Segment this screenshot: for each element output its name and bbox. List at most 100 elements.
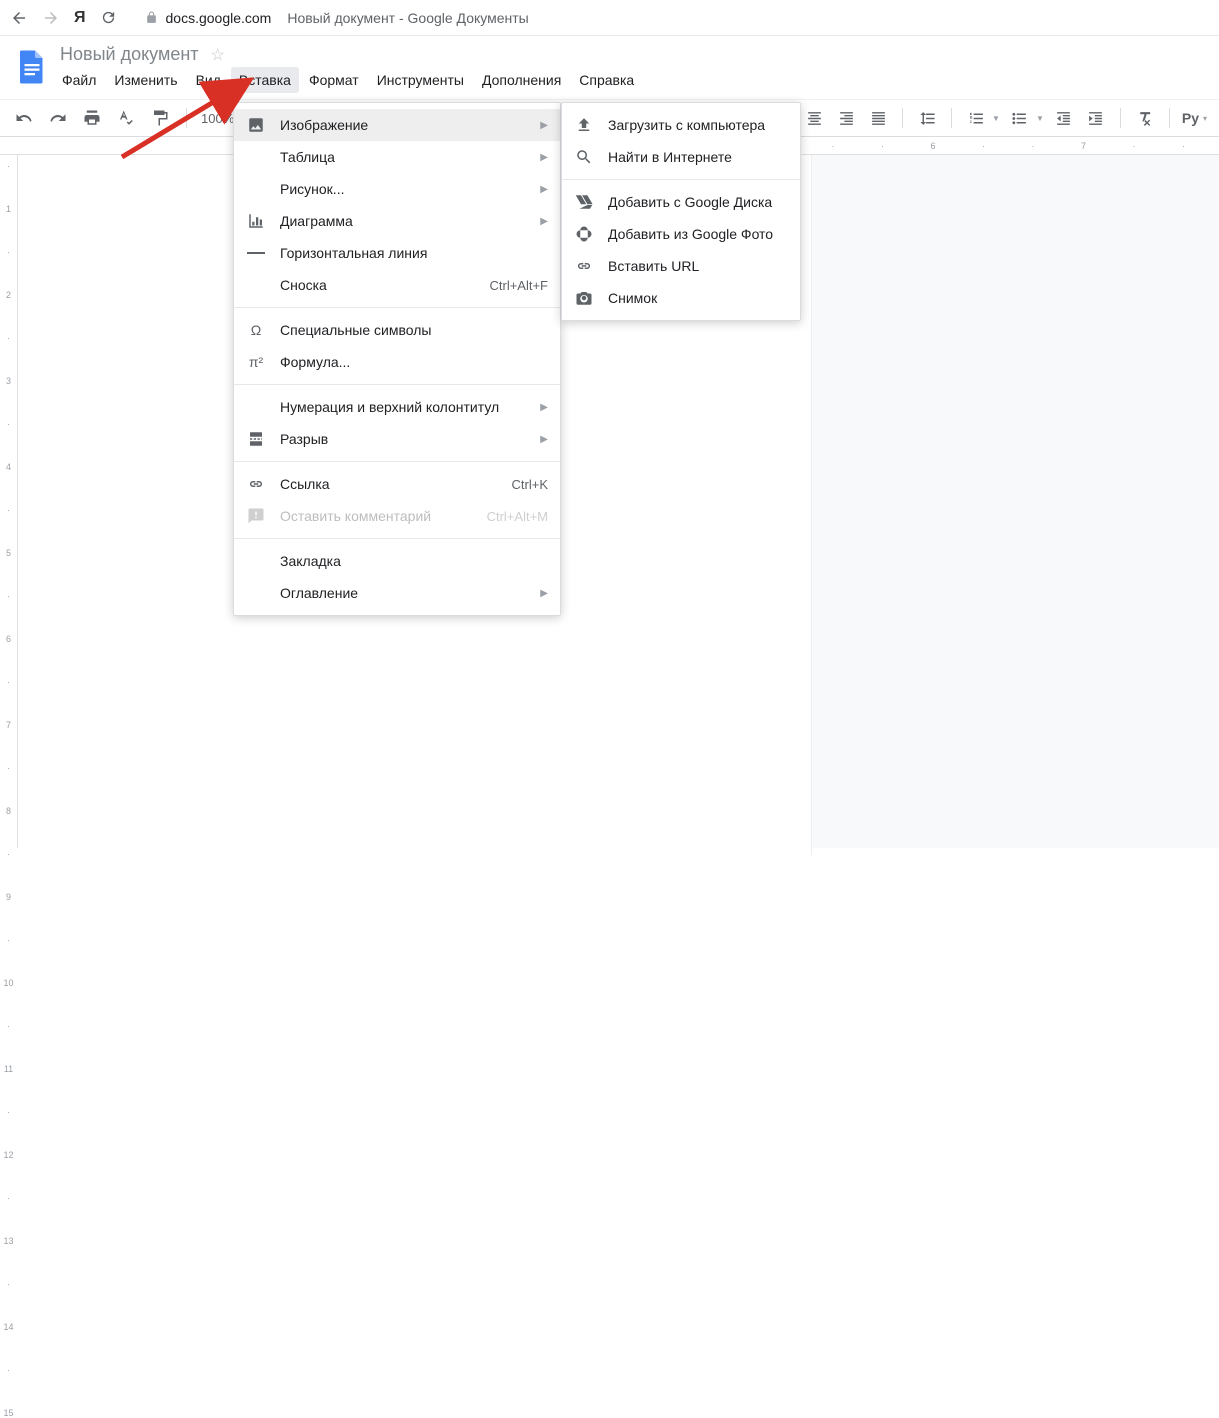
- menu-view[interactable]: Вид: [188, 67, 229, 93]
- shortcut: Ctrl+Alt+F: [489, 278, 548, 293]
- menu-tools[interactable]: Инструменты: [369, 67, 472, 93]
- bulleted-list-icon[interactable]: [1008, 106, 1032, 130]
- menu-item-comment: Оставить комментарий Ctrl+Alt+M: [234, 500, 560, 532]
- insert-dropdown: Изображение ▶ Таблица ▶ Рисунок... ▶ Диа…: [233, 102, 561, 616]
- menu-item-footnote[interactable]: Сноска Ctrl+Alt+F: [234, 269, 560, 301]
- search-icon: [574, 147, 594, 167]
- input-language[interactable]: Ру: [1182, 110, 1199, 126]
- redo-icon[interactable]: [46, 106, 70, 130]
- comment-icon: [246, 506, 266, 526]
- browser-toolbar: Я docs.google.com Новый документ - Googl…: [0, 0, 1219, 36]
- decrease-indent-icon[interactable]: [1052, 106, 1076, 130]
- zoom-level[interactable]: 100%: [201, 111, 234, 126]
- numbered-list-icon[interactable]: [964, 106, 988, 130]
- blank-icon: [246, 179, 266, 199]
- photos-icon: [574, 224, 594, 244]
- hline-icon: [246, 243, 266, 263]
- menu-item-headers[interactable]: Нумерация и верхний колонтитул ▶: [234, 391, 560, 423]
- align-right-icon[interactable]: [834, 106, 858, 130]
- yandex-icon[interactable]: Я: [74, 9, 86, 27]
- menu-item-label: Найти в Интернете: [608, 149, 788, 165]
- menu-item-special-chars[interactable]: Ω Специальные символы: [234, 314, 560, 346]
- menu-item-label: Загрузить с компьютера: [608, 117, 788, 133]
- menu-item-bookmark[interactable]: Закладка: [234, 545, 560, 577]
- submenu-camera[interactable]: Снимок: [562, 282, 800, 314]
- drive-icon: [574, 192, 594, 212]
- menu-file[interactable]: Файл: [54, 67, 104, 93]
- submenu-arrow-icon: ▶: [540, 216, 548, 227]
- menu-separator: [234, 384, 560, 385]
- submenu-arrow-icon: ▶: [540, 402, 548, 413]
- menu-item-drawing[interactable]: Рисунок... ▶: [234, 173, 560, 205]
- increase-indent-icon[interactable]: [1084, 106, 1108, 130]
- separator: [186, 108, 187, 128]
- separator: [902, 108, 903, 128]
- star-icon[interactable]: ☆: [211, 45, 225, 65]
- dropdown-icon[interactable]: ▼: [992, 114, 1000, 123]
- print-icon[interactable]: [80, 106, 104, 130]
- menu-item-label: Рисунок...: [280, 181, 526, 197]
- menubar: Файл Изменить Вид Вставка Формат Инструм…: [54, 67, 642, 93]
- submenu-photos[interactable]: Добавить из Google Фото: [562, 218, 800, 250]
- reload-icon[interactable]: [100, 9, 117, 26]
- menu-item-chart[interactable]: Диаграмма ▶: [234, 205, 560, 237]
- menu-item-label: Добавить из Google Фото: [608, 226, 788, 242]
- url-title: Новый документ - Google Документы: [287, 10, 528, 26]
- submenu-url[interactable]: Вставить URL: [562, 250, 800, 282]
- link-icon: [246, 474, 266, 494]
- paint-format-icon[interactable]: [148, 106, 172, 130]
- menu-item-label: Оставить комментарий: [280, 508, 473, 524]
- menu-item-label: Специальные символы: [280, 322, 548, 338]
- url-domain: docs.google.com: [166, 10, 272, 26]
- menu-format[interactable]: Формат: [301, 67, 367, 93]
- docs-logo-icon[interactable]: [14, 44, 50, 90]
- blank-icon: [246, 397, 266, 417]
- clear-formatting-icon[interactable]: [1133, 106, 1157, 130]
- dropdown-icon[interactable]: ▾: [1203, 114, 1207, 123]
- menu-item-toc[interactable]: Оглавление ▶: [234, 577, 560, 609]
- align-center-icon[interactable]: [802, 106, 826, 130]
- menu-addons[interactable]: Дополнения: [474, 67, 569, 93]
- menu-item-table[interactable]: Таблица ▶: [234, 141, 560, 173]
- align-justify-icon[interactable]: [866, 106, 890, 130]
- line-spacing-icon[interactable]: [915, 106, 939, 130]
- submenu-arrow-icon: ▶: [540, 184, 548, 195]
- menu-item-label: Ссылка: [280, 476, 498, 492]
- ruler-marks: 5 · · 6 · · 7 · · 8 · · 9 · · 10 · · 11 …: [780, 141, 1219, 151]
- menu-item-link[interactable]: Ссылка Ctrl+K: [234, 468, 560, 500]
- menu-item-image[interactable]: Изображение ▶: [234, 109, 560, 141]
- submenu-drive[interactable]: Добавить с Google Диска: [562, 186, 800, 218]
- shortcut: Ctrl+Alt+M: [487, 509, 548, 524]
- undo-icon[interactable]: [12, 106, 36, 130]
- menu-insert[interactable]: Вставка: [231, 67, 299, 93]
- separator: [951, 108, 952, 128]
- menu-item-formula[interactable]: π² Формула...: [234, 346, 560, 378]
- menu-item-label: Сноска: [280, 277, 475, 293]
- menu-item-hline[interactable]: Горизонтальная линия: [234, 237, 560, 269]
- submenu-upload[interactable]: Загрузить с компьютера: [562, 109, 800, 141]
- lock-icon: [145, 11, 158, 24]
- pi-icon: π²: [246, 352, 266, 372]
- submenu-search[interactable]: Найти в Интернете: [562, 141, 800, 173]
- image-submenu: Загрузить с компьютера Найти в Интернете…: [561, 102, 801, 321]
- submenu-arrow-icon: ▶: [540, 588, 548, 599]
- menu-item-break[interactable]: Разрыв ▶: [234, 423, 560, 455]
- menu-item-label: Оглавление: [280, 585, 526, 601]
- menu-item-label: Закладка: [280, 553, 548, 569]
- blank-icon: [246, 551, 266, 571]
- blank-icon: [246, 583, 266, 603]
- dropdown-icon[interactable]: ▼: [1036, 114, 1044, 123]
- back-icon[interactable]: [10, 9, 28, 27]
- menu-item-label: Добавить с Google Диска: [608, 194, 788, 210]
- spellcheck-icon[interactable]: [114, 106, 138, 130]
- blank-icon: [246, 275, 266, 295]
- menu-item-label: Таблица: [280, 149, 526, 165]
- submenu-arrow-icon: ▶: [540, 152, 548, 163]
- separator: [1120, 108, 1121, 128]
- menu-help[interactable]: Справка: [571, 67, 642, 93]
- menu-edit[interactable]: Изменить: [106, 67, 185, 93]
- menu-separator: [562, 179, 800, 180]
- menu-item-label: Горизонтальная линия: [280, 245, 548, 261]
- document-title[interactable]: Новый документ: [54, 44, 205, 65]
- address-bar[interactable]: docs.google.com Новый документ - Google …: [145, 10, 529, 26]
